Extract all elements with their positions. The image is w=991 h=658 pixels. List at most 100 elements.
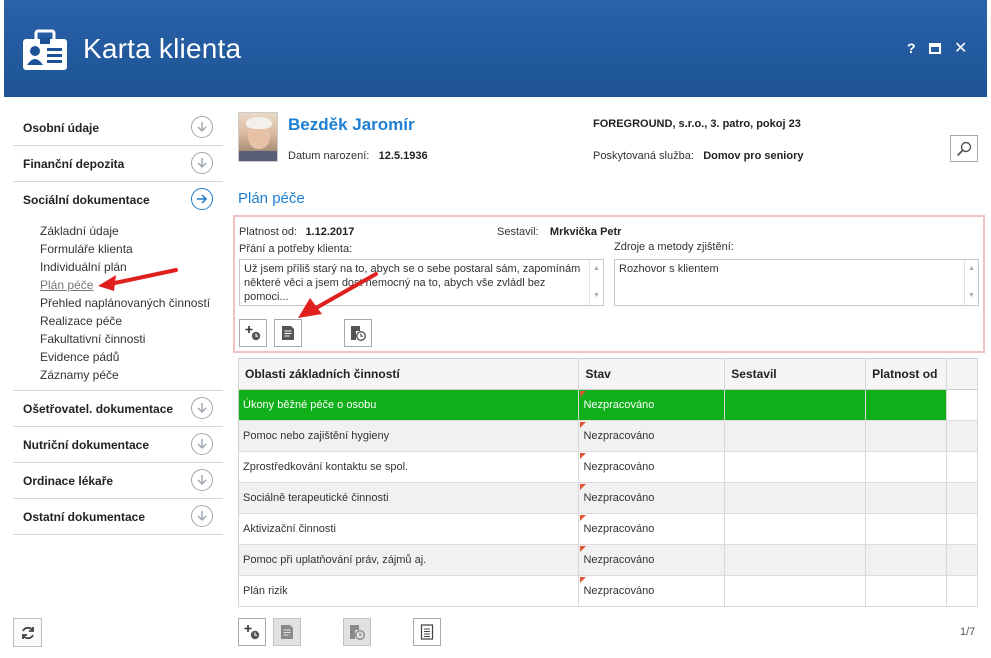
care-areas-table: Oblasti základních činností Stav Sestavi… [238, 358, 978, 607]
sidebar-item-plan-pece[interactable]: Plán péče [40, 276, 223, 294]
sidebar-section-osetrovatel-dokumentace[interactable]: Ošetřovatel. dokumentace [13, 391, 223, 427]
sidebar-section-financni-depozita[interactable]: Finanční depozita [13, 146, 223, 182]
sidebar: Osobní údaje Finanční depozita Sociální … [13, 110, 223, 535]
edit-plan-button[interactable] [274, 319, 302, 347]
cell-stav: Nezpracováno [578, 389, 726, 421]
platnost-value: 1.12.2017 [305, 226, 355, 238]
section-title: Plán péče [238, 190, 305, 207]
help-button[interactable]: ? [907, 40, 916, 56]
date-of-birth: Datum narození: 12.5.1936 [288, 148, 428, 162]
sidebar-item-zakladni-udaje[interactable]: Základní údaje [40, 222, 223, 240]
print-button[interactable] [413, 618, 441, 646]
table-row[interactable]: Aktivizační činnosti Nezpracováno [238, 513, 978, 545]
table-header-row: Oblasti základních činností Stav Sestavi… [238, 358, 978, 390]
sidebar-section-nutricni-dokumentace[interactable]: Nutriční dokumentace [13, 427, 223, 463]
service-value: Domov pro seniory [703, 150, 804, 162]
plan-detail-panel: Platnost od: 1.12.2017 Sestavil: Mrkvičk… [233, 215, 985, 353]
sidebar-section-label: Ostatní dokumentace [23, 509, 146, 524]
cell-stav: Nezpracováno [578, 451, 726, 483]
client-card-icon [23, 29, 67, 70]
cell-sestavil [724, 420, 867, 452]
column-header-sestavil[interactable]: Sestavil [724, 358, 867, 390]
sestavil-value: Mrkvička Petr [549, 226, 622, 238]
sidebar-section-label: Ordinace lékaře [23, 473, 114, 488]
chevron-down-icon[interactable] [191, 433, 213, 455]
edit-area-button[interactable] [273, 618, 301, 646]
cell-oblast: Úkony běžné péče o osobu [238, 389, 580, 421]
cell-oblast: Zprostředkování kontaktu se spol. [238, 451, 580, 483]
document-icon [281, 625, 293, 639]
chevron-down-icon[interactable] [191, 397, 213, 419]
prani-text: Už jsem příliš starý na to, abych se o s… [244, 263, 581, 303]
page-icon [420, 624, 434, 640]
table-row[interactable]: Plán rizik Nezpracováno [238, 575, 978, 607]
title-bar: Karta klienta ? ✕ [4, 0, 987, 97]
client-name: Bezděk Jaromír [288, 115, 415, 134]
sidebar-item-zaznamy-pece[interactable]: Záznamy péče [40, 366, 223, 384]
client-address: FOREGROUND, s.r.o., 3. patro, pokoj 23 [593, 118, 801, 130]
cell-platnost [865, 513, 948, 545]
table-row[interactable]: Sociálně terapeutické činnosti Nezpracov… [238, 482, 978, 514]
cell-stav: Nezpracováno [578, 420, 726, 452]
scrollbar[interactable] [589, 260, 603, 305]
zdroje-label: Zdroje a metody zjištění: [614, 241, 734, 253]
add-clock-icon [244, 625, 260, 640]
platnost-label: Platnost od: [239, 226, 298, 238]
chevron-down-icon[interactable] [191, 152, 213, 174]
sidebar-section-socialni-dokumentace[interactable]: Sociální dokumentace [13, 182, 223, 218]
scrollbar[interactable] [964, 260, 978, 305]
chevron-down-icon[interactable] [191, 469, 213, 491]
table-row[interactable]: Zprostředkování kontaktu se spol. Nezpra… [238, 451, 978, 483]
cell-platnost [865, 451, 948, 483]
cell-sestavil [724, 513, 867, 545]
sidebar-section-ostatni-dokumentace[interactable]: Ostatní dokumentace [13, 499, 223, 535]
cell-sestavil [724, 482, 867, 514]
prani-label: Přání a potřeby klienta: [239, 243, 353, 255]
sidebar-item-individualni-plan[interactable]: Individuální plán [40, 258, 223, 276]
cell-sestavil [724, 389, 867, 421]
sidebar-item-formulare-klienta[interactable]: Formuláře klienta [40, 240, 223, 258]
client-photo [238, 112, 278, 162]
sidebar-section-label: Sociální dokumentace [23, 193, 150, 207]
chevron-down-icon[interactable] [191, 116, 213, 138]
column-header-stav[interactable]: Stav [578, 358, 726, 390]
sidebar-item-realizace-pece[interactable]: Realizace péče [40, 312, 223, 330]
cell-sestavil [724, 451, 867, 483]
refresh-icon [21, 626, 34, 639]
sidebar-section-label: Nutriční dokumentace [23, 437, 150, 452]
chevron-down-icon[interactable] [191, 505, 213, 527]
zdroje-textarea[interactable]: Rozhovor s klientem [614, 259, 979, 306]
history-button[interactable] [344, 319, 372, 347]
sidebar-item-evidence-padu[interactable]: Evidence pádů [40, 348, 223, 366]
sidebar-item-fakultativni-cinnosti[interactable]: Fakultativní činnosti [40, 330, 223, 348]
column-header-platnost[interactable]: Platnost od [865, 358, 948, 390]
sidebar-item-prehled-naplanovanych-cinnosti[interactable]: Přehled naplánovaných činností [40, 294, 223, 312]
add-area-button[interactable] [238, 618, 266, 646]
close-button[interactable]: ✕ [954, 38, 967, 58]
arrow-right-icon[interactable] [191, 188, 213, 210]
add-plan-button[interactable] [239, 319, 267, 347]
document-icon [282, 326, 294, 340]
window-title: Karta klienta [83, 33, 242, 64]
cell-oblast: Pomoc nebo zajištění hygieny [238, 420, 580, 452]
table-row[interactable]: Pomoc nebo zajištění hygieny Nezpracován… [238, 420, 978, 452]
platnost-field: Platnost od: 1.12.2017 [239, 224, 354, 238]
column-header-oblasti[interactable]: Oblasti základních činností [238, 358, 580, 390]
maximize-button[interactable] [929, 43, 941, 54]
refresh-button[interactable] [13, 618, 42, 647]
cell-oblast: Sociálně terapeutické činnosti [238, 482, 580, 514]
table-row[interactable]: Pomoc při uplatňování práv, zájmů aj. Ne… [238, 544, 978, 576]
cell-platnost [865, 544, 948, 576]
table-row[interactable]: Úkony běžné péče o osobu Nezpracováno [238, 389, 978, 421]
prani-textarea[interactable]: Už jsem příliš starý na to, abych se o s… [239, 259, 604, 306]
zdroje-text: Rozhovor s klientem [619, 263, 719, 275]
search-button[interactable] [950, 135, 978, 162]
area-history-button[interactable] [343, 618, 371, 646]
add-clock-icon [245, 326, 261, 341]
sestavil-field: Sestavil: Mrkvička Petr [497, 224, 621, 238]
cell-stav: Nezpracováno [578, 575, 726, 607]
sidebar-section-osobni-udaje[interactable]: Osobní údaje [13, 110, 223, 146]
cell-platnost [865, 575, 948, 607]
cell-sestavil [724, 544, 867, 576]
sidebar-section-ordinace-lekare[interactable]: Ordinace lékaře [13, 463, 223, 499]
